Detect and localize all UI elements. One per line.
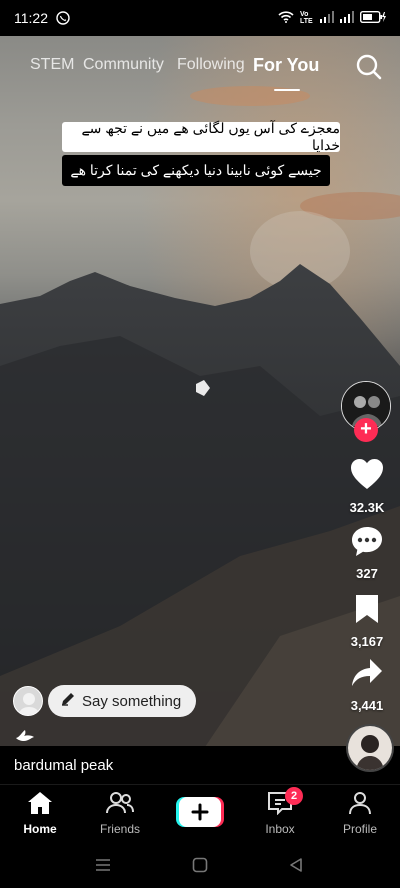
comment-icon [350,527,384,561]
friends-icon [106,792,134,818]
whatsapp-notification-icon [56,11,70,25]
dove-icon [14,728,36,744]
bottom-navigation: Home Friends Inbox 2 Profile [0,784,400,844]
nav-inbox-label: Inbox [265,822,295,836]
comment-placeholder: Say something [82,692,182,710]
like-count: 32.3K [349,500,385,515]
signal-icon-2 [340,10,354,26]
pencil-icon [60,691,76,711]
save-button[interactable]: 3,167 [340,593,394,649]
like-button[interactable]: 32.3K [340,457,394,515]
nav-home-label: Home [23,822,57,836]
share-button[interactable]: 3,441 [340,657,394,713]
feed-tabs: STEM Community Following For You [0,55,400,91]
video-description[interactable]: bardumal peak [14,757,113,774]
wifi-icon [278,10,294,26]
inbox-icon [267,792,293,818]
home-icon [27,792,53,818]
tab-community[interactable]: Community [83,56,164,74]
follow-button[interactable]: + [354,418,378,442]
nav-inbox[interactable]: Inbox [245,791,315,836]
video-description-bar: bardumal peak [0,746,400,784]
tab-stem[interactable]: STEM [30,56,74,74]
comment-input[interactable]: Say something [48,685,196,717]
save-count: 3,167 [350,634,384,649]
search-button[interactable] [355,53,383,81]
volte-label: Vo LTE [300,11,313,25]
comment-count: 327 [356,566,378,581]
active-tab-indicator [274,89,300,91]
home-system-icon[interactable] [192,857,208,878]
music-disc[interactable] [346,724,394,772]
user-avatar[interactable] [13,686,43,716]
create-button[interactable] [176,797,224,827]
heart-icon [349,459,385,495]
video-caption-line-2: جیسے کوئی نابینا دنیا دیکھنے کی تمنا کرت… [62,155,330,186]
comment-button[interactable]: 327 [340,525,394,581]
bookmark-icon [353,595,381,629]
profile-icon [348,792,372,818]
share-count: 3,441 [350,698,384,713]
nav-profile[interactable]: Profile [325,791,395,836]
nav-profile-label: Profile [342,822,377,836]
share-arrow-icon [350,659,384,693]
recent-apps-icon[interactable] [95,858,111,877]
tab-for-you[interactable]: For You [253,55,319,76]
system-navigation-bar [0,844,400,888]
nav-friends-label: Friends [99,822,140,836]
tab-following[interactable]: Following [177,56,245,74]
inbox-badge: 2 [285,787,303,805]
nav-home[interactable]: Home [5,791,75,836]
video-player[interactable]: STEM Community Following For You معجزے ک… [0,36,400,784]
nav-friends[interactable]: Friends [85,791,155,836]
signal-icon-1 [320,10,334,26]
back-icon[interactable] [288,857,304,878]
battery-charging-icon [359,10,386,26]
search-icon [355,54,383,85]
status-time: 11:22 [14,10,48,26]
status-bar: 11:22 Vo LTE [0,0,400,36]
video-caption-line-1: معجزے کی آس یوں لگائی ھے میں نے تجھ سے خ… [62,120,340,153]
